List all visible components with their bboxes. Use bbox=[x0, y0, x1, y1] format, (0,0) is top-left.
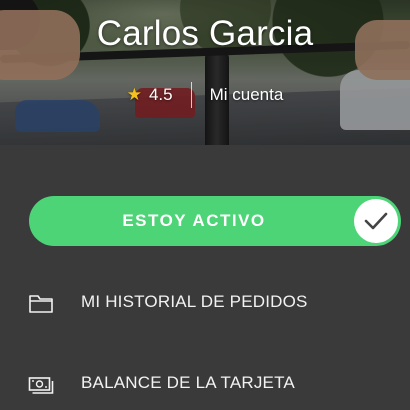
profile-meta-row: ★ 4.5 Mi cuenta bbox=[0, 82, 410, 108]
meta-divider bbox=[190, 82, 192, 108]
rating-value: 4.5 bbox=[148, 85, 173, 104]
menu-item-card-balance[interactable]: BALANCE DE LA TARJETA bbox=[0, 358, 410, 408]
my-account-link[interactable]: Mi cuenta bbox=[210, 85, 284, 105]
check-icon bbox=[354, 199, 398, 243]
status-label: ESTOY ACTIVO bbox=[122, 211, 266, 230]
menu-item-label: BALANCE DE LA TARJETA bbox=[81, 373, 295, 392]
active-status-toggle[interactable]: ESTOY ACTIVO bbox=[29, 196, 401, 246]
user-name: Carlos Garcia bbox=[96, 14, 314, 53]
app-screen: Carlos Garcia ★ 4.5 Mi cuenta ESTOY ACTI… bbox=[0, 0, 410, 410]
money-icon bbox=[28, 373, 54, 395]
menu-item-order-history[interactable]: MI HISTORIAL DE PEDIDOS bbox=[0, 277, 410, 327]
menu-item-label: MI HISTORIAL DE PEDIDOS bbox=[81, 292, 308, 311]
profile-header: Carlos Garcia ★ 4.5 Mi cuenta bbox=[0, 0, 410, 145]
star-icon: ★ bbox=[126, 85, 142, 104]
folder-icon bbox=[28, 292, 54, 314]
